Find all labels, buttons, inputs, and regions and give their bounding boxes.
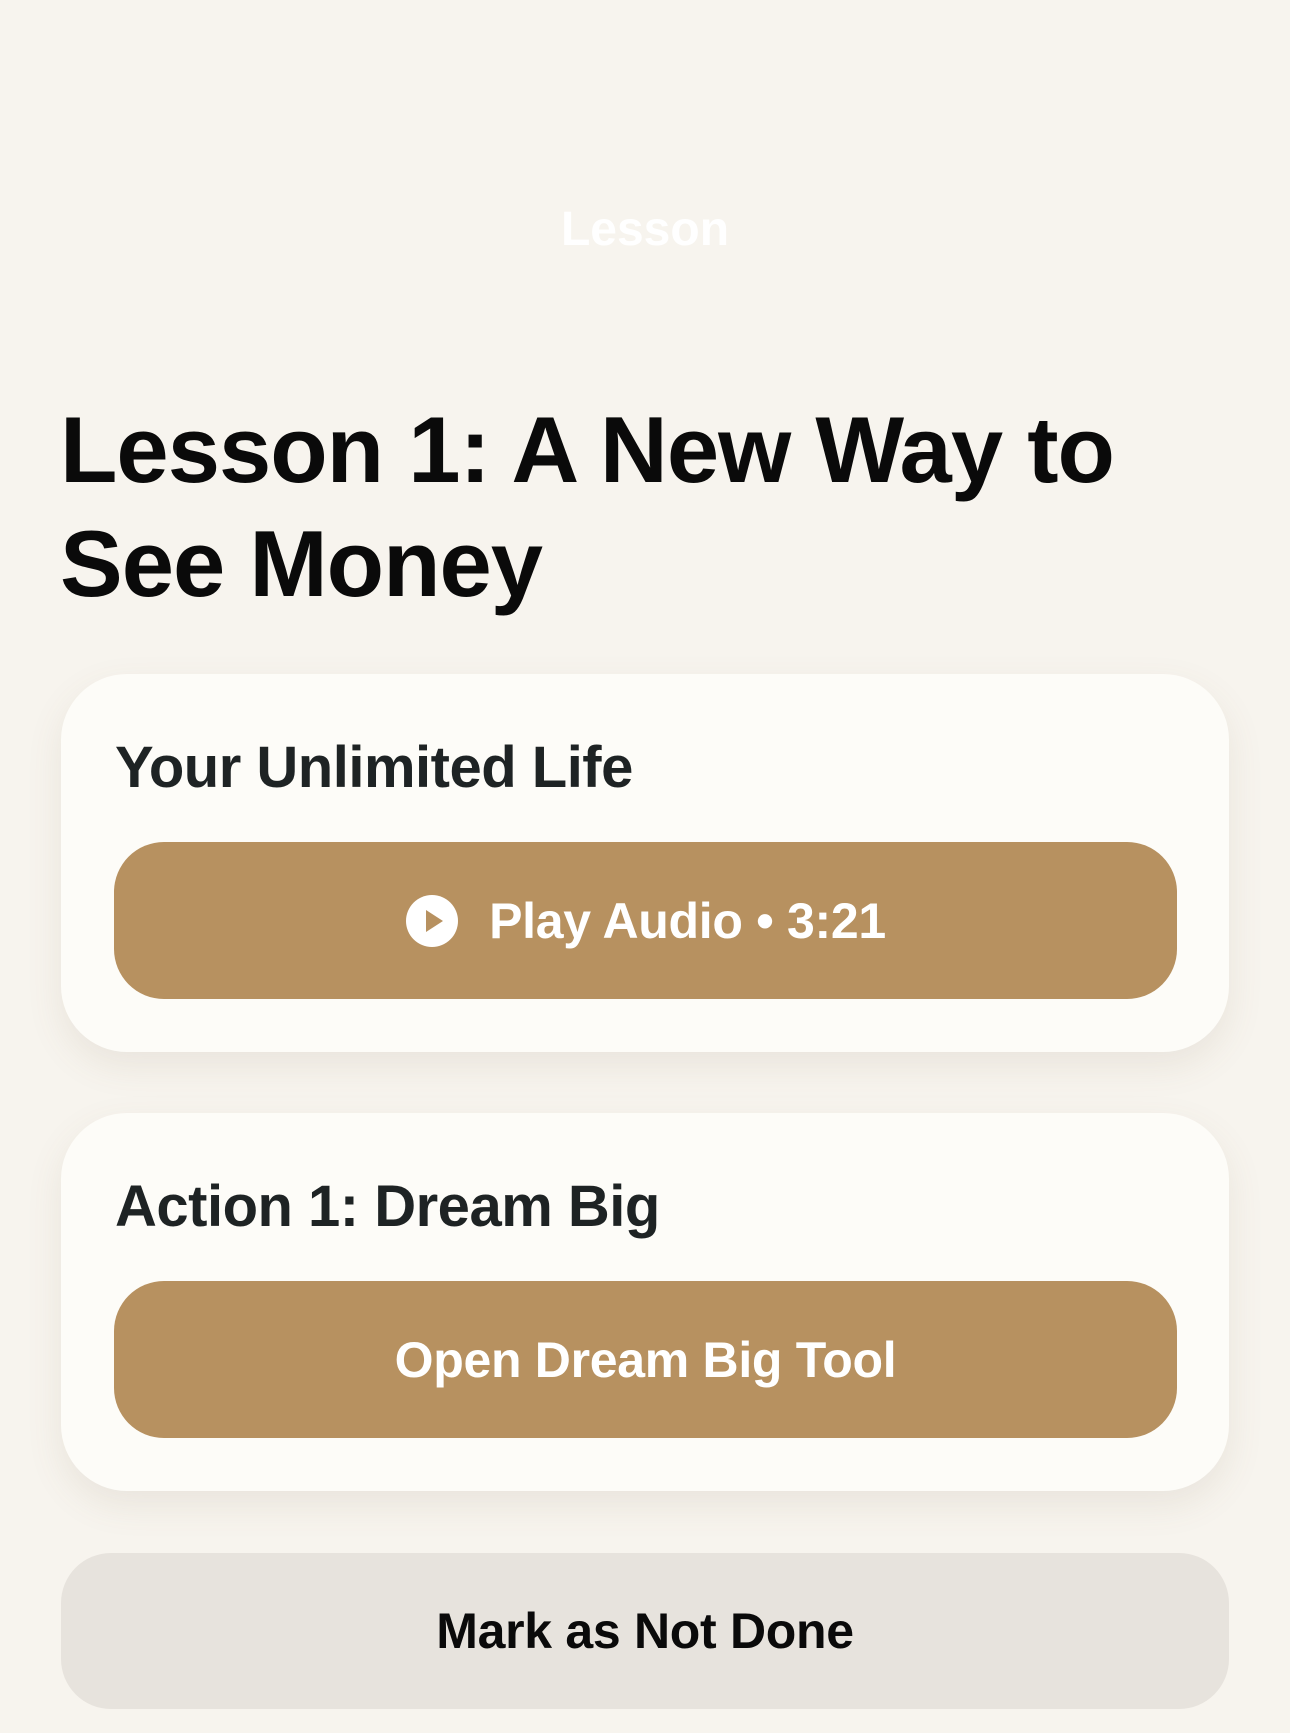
action-card-title: Action 1: Dream Big xyxy=(115,1174,660,1239)
action-card: Action 1: Dream Big Open Dream Big Tool xyxy=(61,1113,1229,1491)
open-dream-big-tool-button[interactable]: Open Dream Big Tool xyxy=(114,1281,1177,1438)
play-circle-icon xyxy=(405,894,459,948)
play-audio-button[interactable]: Play Audio • 3:21 xyxy=(114,842,1177,999)
open-dream-big-tool-label: Open Dream Big Tool xyxy=(394,1331,897,1388)
mark-not-done-label: Mark as Not Done xyxy=(436,1603,854,1659)
play-audio-label: Play Audio • 3:21 xyxy=(489,892,886,949)
nav-title: Lesson xyxy=(560,203,730,256)
audio-card: Your Unlimited Life Play Audio • 3:21 xyxy=(61,674,1229,1052)
page-title: Lesson 1: A New Way to See Money xyxy=(60,397,1115,616)
mark-not-done-button[interactable]: Mark as Not Done xyxy=(61,1553,1229,1709)
audio-card-title: Your Unlimited Life xyxy=(115,735,633,800)
